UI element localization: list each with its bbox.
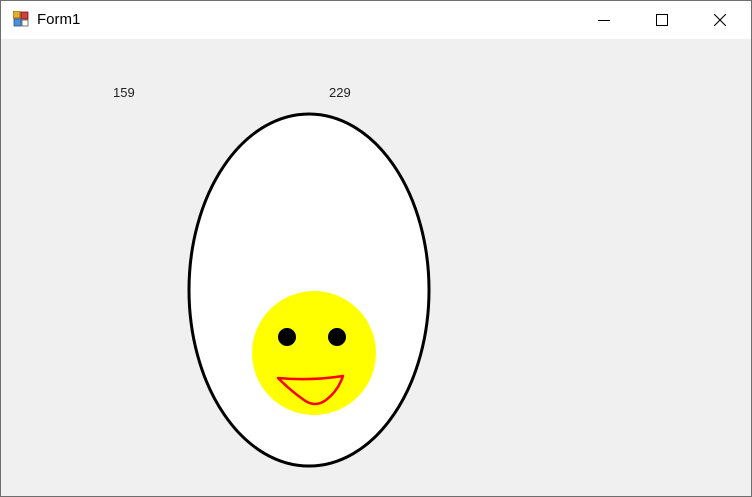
face-circle xyxy=(252,291,376,415)
right-eye xyxy=(328,328,346,346)
form-client-area: 159 229 xyxy=(1,39,751,496)
minimize-icon xyxy=(598,20,610,21)
form-window: Form1 159 229 xyxy=(0,0,752,497)
maximize-button[interactable] xyxy=(633,1,691,39)
minimize-button[interactable] xyxy=(575,1,633,39)
window-title: Form1 xyxy=(37,11,81,28)
left-eye xyxy=(278,328,296,346)
close-button[interactable] xyxy=(691,1,749,39)
app-icon xyxy=(13,11,29,27)
drawing-canvas xyxy=(187,112,431,468)
maximize-icon xyxy=(656,14,668,26)
title-bar[interactable]: Form1 xyxy=(1,1,751,39)
close-icon xyxy=(714,14,726,26)
